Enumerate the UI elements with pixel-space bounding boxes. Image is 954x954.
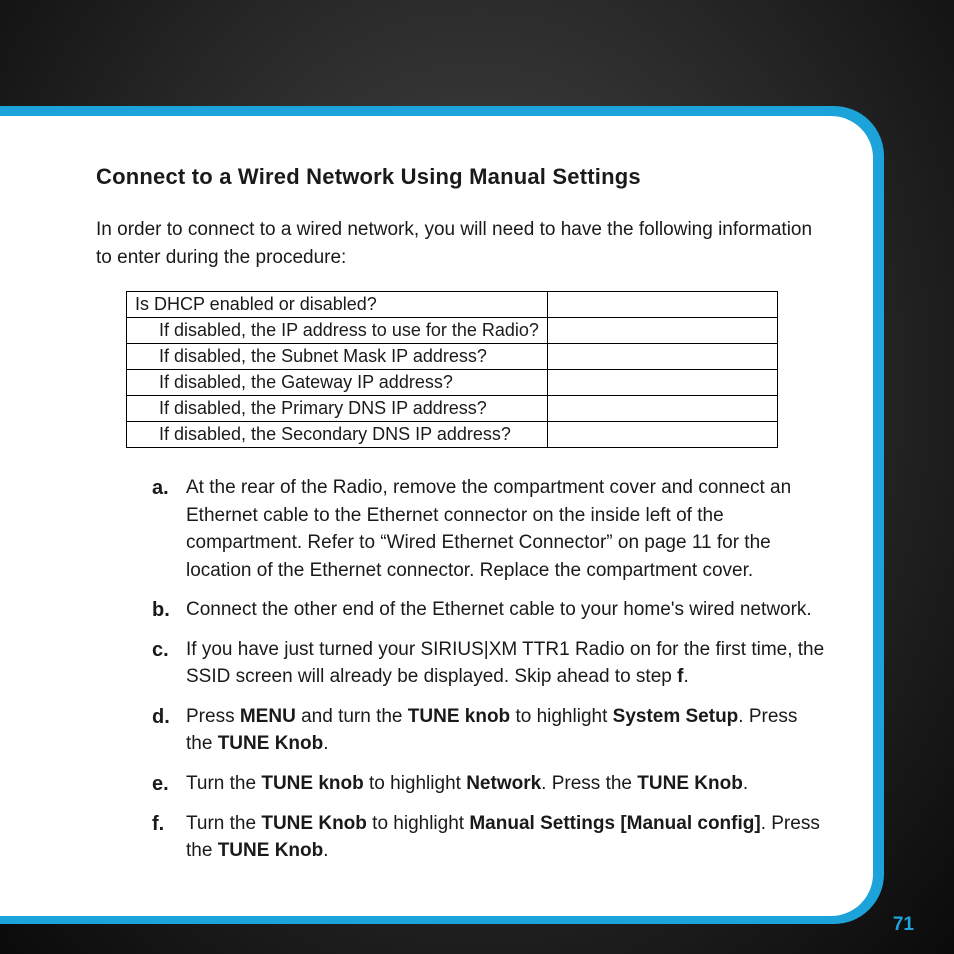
step-text: and turn the <box>296 706 408 727</box>
step-e: e. Turn the TUNE knob to highlight Netwo… <box>152 770 825 798</box>
instruction-steps: a. At the rear of the Radio, remove the … <box>96 474 825 865</box>
manual-page: Connect to a Wired Network Using Manual … <box>0 116 873 916</box>
table-label-cell: If disabled, the Subnet Mask IP address? <box>127 344 548 370</box>
table-row: If disabled, the IP address to use for t… <box>127 318 778 344</box>
step-marker: d. <box>152 703 170 732</box>
step-text: . <box>743 773 748 794</box>
step-text: . Press the <box>541 773 637 794</box>
step-marker: f. <box>152 810 164 839</box>
step-a: a. At the rear of the Radio, remove the … <box>152 474 825 584</box>
table-value-cell <box>547 396 777 422</box>
step-marker: c. <box>152 636 169 665</box>
step-bold: TUNE Knob <box>218 733 324 754</box>
step-bold: Network <box>466 773 541 794</box>
table-value-cell <box>547 422 777 448</box>
step-bold: Manual Settings [Manual config] <box>469 813 760 834</box>
section-heading: Connect to a Wired Network Using Manual … <box>96 164 825 190</box>
table-value-cell <box>547 344 777 370</box>
step-text: . <box>323 733 328 754</box>
step-bold: MENU <box>240 706 296 727</box>
table-label-cell: Is DHCP enabled or disabled? <box>127 292 548 318</box>
step-text: Turn the <box>186 773 261 794</box>
step-bold: TUNE knob <box>261 773 363 794</box>
table-label-cell: If disabled, the Secondary DNS IP addres… <box>127 422 548 448</box>
step-b: b. Connect the other end of the Ethernet… <box>152 596 825 624</box>
page-number: 71 <box>893 914 914 936</box>
table-row: If disabled, the Subnet Mask IP address? <box>127 344 778 370</box>
step-f: f. Turn the TUNE Knob to highlight Manua… <box>152 810 825 865</box>
required-info-table: Is DHCP enabled or disabled?If disabled,… <box>126 291 778 448</box>
table-row: If disabled, the Gateway IP address? <box>127 370 778 396</box>
step-marker: b. <box>152 596 170 625</box>
table-value-cell <box>547 370 777 396</box>
step-d: d. Press MENU and turn the TUNE knob to … <box>152 703 825 758</box>
step-marker: e. <box>152 770 169 799</box>
step-text: Connect the other end of the Ethernet ca… <box>186 599 812 620</box>
step-text: Press <box>186 706 240 727</box>
intro-paragraph: In order to connect to a wired network, … <box>96 216 825 271</box>
table-value-cell <box>547 318 777 344</box>
table-label-cell: If disabled, the Primary DNS IP address? <box>127 396 548 422</box>
step-text: to highlight <box>510 706 612 727</box>
table-row: If disabled, the Secondary DNS IP addres… <box>127 422 778 448</box>
step-bold: TUNE Knob <box>218 840 324 861</box>
step-text: to highlight <box>367 813 469 834</box>
step-text: . <box>683 666 688 687</box>
step-bold: TUNE knob <box>408 706 510 727</box>
table-row: Is DHCP enabled or disabled? <box>127 292 778 318</box>
step-bold: TUNE Knob <box>637 773 743 794</box>
step-text: If you have just turned your SIRIUS|XM T… <box>186 639 824 688</box>
table-value-cell <box>547 292 777 318</box>
step-marker: a. <box>152 474 169 503</box>
step-bold: System Setup <box>613 706 739 727</box>
table-label-cell: If disabled, the Gateway IP address? <box>127 370 548 396</box>
step-text: At the rear of the Radio, remove the com… <box>186 477 791 581</box>
step-text: to highlight <box>364 773 466 794</box>
step-text: . <box>323 840 328 861</box>
table-label-cell: If disabled, the IP address to use for t… <box>127 318 548 344</box>
step-text: Turn the <box>186 813 261 834</box>
table-row: If disabled, the Primary DNS IP address? <box>127 396 778 422</box>
step-c: c. If you have just turned your SIRIUS|X… <box>152 636 825 691</box>
step-bold: TUNE Knob <box>261 813 367 834</box>
